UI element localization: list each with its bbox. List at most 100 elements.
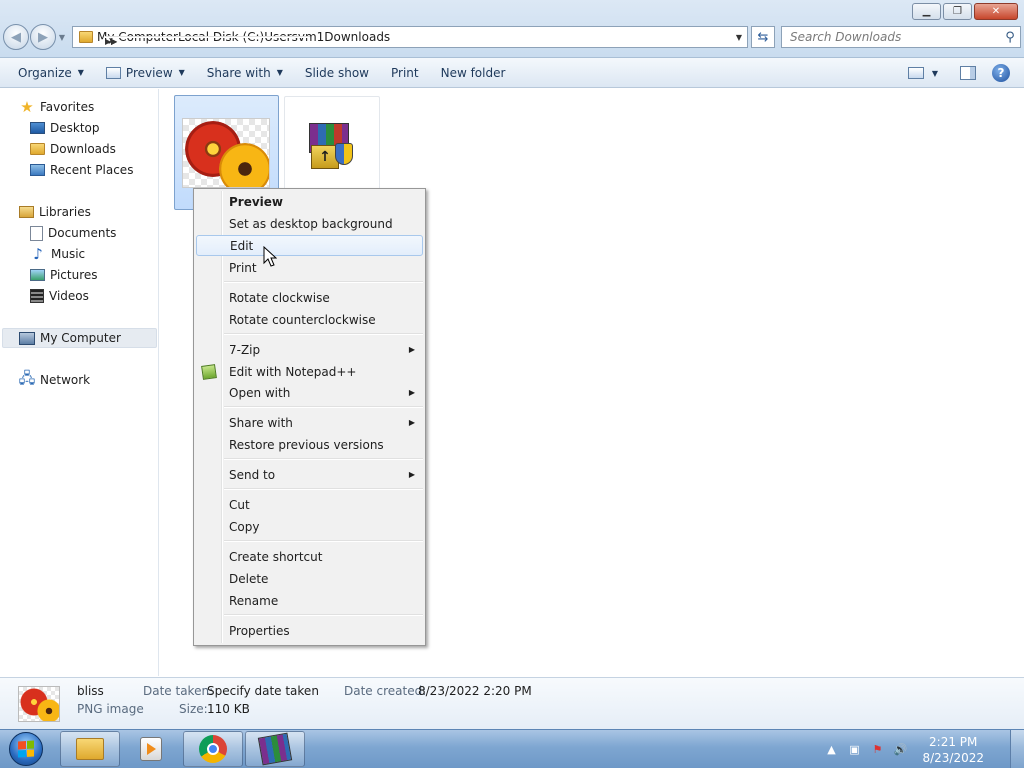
menu-item-edit[interactable]: Edit bbox=[196, 235, 423, 256]
sidebar-item-label: Recent Places bbox=[50, 163, 134, 177]
sidebar-item-videos[interactable]: Videos bbox=[30, 286, 89, 306]
start-button[interactable] bbox=[4, 731, 50, 767]
menu-item-rotate-clockwise[interactable]: Rotate clockwise bbox=[196, 287, 423, 308]
menu-item-preview[interactable]: Preview bbox=[196, 191, 423, 212]
menu-item-label: Restore previous versions bbox=[229, 437, 384, 452]
menu-item-label: Delete bbox=[229, 571, 269, 586]
sidebar-item-documents[interactable]: Documents bbox=[30, 223, 116, 243]
preview-pane-icon[interactable] bbox=[960, 66, 976, 80]
address-dropdown-icon[interactable]: ▼ bbox=[731, 33, 747, 42]
slide-show-label: Slide show bbox=[304, 65, 369, 80]
winrar-installer-icon: ↑ bbox=[309, 123, 355, 171]
chevron-down-icon: ▼ bbox=[931, 68, 938, 78]
view-options-dropdown[interactable]: ▼ bbox=[924, 60, 938, 86]
menu-item-label: Cut bbox=[229, 497, 250, 512]
sidebar-item-recent-places[interactable]: Recent Places bbox=[30, 160, 133, 180]
flag-green bbox=[26, 740, 34, 749]
clock-date: 8/23/2022 bbox=[922, 750, 984, 765]
menu-item-properties[interactable]: Properties bbox=[196, 620, 423, 641]
sidebar-item-libraries[interactable]: Libraries bbox=[19, 202, 91, 222]
menu-item-share-with[interactable]: Share with ▶ bbox=[196, 412, 423, 433]
recent-pages-dropdown[interactable]: ▼ bbox=[57, 24, 67, 50]
sidebar-item-my-computer[interactable]: My Computer bbox=[2, 328, 157, 348]
preview-label: Preview bbox=[125, 65, 173, 80]
menu-item-label: Share with bbox=[229, 415, 293, 430]
taskbar-media-player-button[interactable] bbox=[121, 731, 181, 767]
menu-item-set-desktop-background[interactable]: Set as desktop background bbox=[196, 213, 423, 234]
menu-item-open-with[interactable]: Open with ▶ bbox=[196, 382, 423, 403]
sidebar-item-pictures[interactable]: Pictures bbox=[30, 265, 98, 285]
taskbar-chrome-button[interactable] bbox=[183, 731, 243, 767]
yellow-flower-image bbox=[37, 699, 59, 721]
search-icon[interactable]: ⚲ bbox=[1000, 30, 1020, 45]
menu-item-send-to[interactable]: Send to ▶ bbox=[196, 464, 423, 485]
menu-item-restore-previous-versions[interactable]: Restore previous versions bbox=[196, 434, 423, 455]
menu-item-rename[interactable]: Rename bbox=[196, 590, 423, 611]
menu-item-rotate-counterclockwise[interactable]: Rotate counterclockwise bbox=[196, 309, 423, 330]
taskbar-explorer-button[interactable] bbox=[60, 731, 120, 767]
forward-button[interactable]: ▶ bbox=[30, 24, 56, 50]
network-tray-icon[interactable]: ▣ bbox=[847, 743, 861, 757]
command-bar: Organize ▼ Preview ▼ Share with ▼ Slide sho… bbox=[0, 58, 1024, 88]
organize-menu-button[interactable]: Organize ▼ bbox=[0, 60, 95, 86]
sidebar-item-label: Pictures bbox=[50, 268, 98, 282]
new-folder-label: New folder bbox=[440, 65, 506, 80]
volume-icon[interactable]: 🔊 bbox=[893, 743, 908, 757]
preview-button[interactable]: Preview ▼ bbox=[95, 60, 196, 86]
slide-show-button[interactable]: Slide show bbox=[294, 60, 380, 86]
menu-item-delete[interactable]: Delete bbox=[196, 568, 423, 589]
downloads-folder-icon bbox=[30, 143, 45, 155]
minimize-button[interactable]: ▁ bbox=[912, 3, 941, 20]
maximize-button[interactable]: ❐ bbox=[943, 3, 972, 20]
menu-item-edit-with-notepadpp[interactable]: Edit with Notepad++ bbox=[196, 361, 423, 382]
file-item-installer[interactable]: ↑ bbox=[284, 96, 380, 196]
back-button[interactable]: ◀ bbox=[3, 24, 29, 50]
clock-time: 2:21 PM bbox=[929, 734, 978, 749]
menu-item-copy[interactable]: Copy bbox=[196, 516, 423, 537]
menu-item-create-shortcut[interactable]: Create shortcut bbox=[196, 546, 423, 567]
close-button[interactable]: ✕ bbox=[974, 3, 1018, 20]
sidebar-item-label: Favorites bbox=[40, 100, 95, 114]
sidebar-item-network[interactable]: 🖧 Network bbox=[19, 369, 90, 390]
print-button[interactable]: Print bbox=[380, 60, 430, 86]
breadcrumb-downloads[interactable]: Downloads bbox=[324, 30, 390, 44]
new-folder-button[interactable]: New folder bbox=[430, 60, 517, 86]
sidebar-item-desktop[interactable]: Desktop bbox=[30, 118, 100, 138]
menu-item-cut[interactable]: Cut bbox=[196, 494, 423, 515]
windows-explorer-icon bbox=[76, 738, 104, 760]
preview-icon bbox=[105, 66, 121, 79]
chevron-right-icon[interactable]: ▶ bbox=[111, 36, 310, 46]
navigation-pane: ★ Favorites Desktop Downloads Recent Plac… bbox=[0, 89, 159, 676]
sidebar-item-favorites[interactable]: ★ Favorites bbox=[19, 97, 94, 117]
menu-item-label: Edit with Notepad++ bbox=[229, 364, 357, 379]
address-bar[interactable]: ▶ My Computer ▶ Local Disk (C:) ▶ Users … bbox=[72, 26, 748, 48]
menu-item-print[interactable]: Print bbox=[196, 257, 423, 278]
details-date-created-label: Date created: bbox=[344, 684, 427, 698]
videos-icon bbox=[30, 289, 44, 303]
taskbar-winrar-button[interactable] bbox=[245, 731, 305, 767]
refresh-button[interactable]: ⇆ bbox=[751, 26, 775, 48]
menu-separator bbox=[224, 406, 423, 408]
print-label: Print bbox=[390, 65, 419, 80]
flag-yellow bbox=[26, 748, 34, 757]
help-icon[interactable]: ? bbox=[992, 64, 1010, 82]
search-input[interactable] bbox=[782, 30, 1000, 44]
menu-item-7zip[interactable]: 7-Zip ▶ bbox=[196, 339, 423, 360]
details-pane: bliss PNG image Date taken: Specify date… bbox=[0, 677, 1024, 729]
breadcrumb: ▶ My Computer ▶ Local Disk (C:) ▶ Users … bbox=[97, 30, 390, 46]
details-date-taken-value[interactable]: Specify date taken bbox=[207, 684, 319, 698]
sidebar-item-music[interactable]: ♪ Music bbox=[30, 244, 85, 264]
chrome-center bbox=[207, 743, 219, 755]
action-center-flag-icon[interactable]: ⚑ bbox=[870, 743, 884, 757]
clock[interactable]: 2:21 PM 8/23/2022 bbox=[922, 734, 984, 766]
show-hidden-icons-icon[interactable]: ▲ bbox=[824, 743, 838, 757]
share-with-button[interactable]: Share with ▼ bbox=[196, 60, 294, 86]
notepadpp-icon bbox=[201, 363, 217, 380]
sidebar-item-downloads[interactable]: Downloads bbox=[30, 139, 116, 159]
chevron-down-icon: ▼ bbox=[276, 68, 283, 77]
show-desktop-button[interactable] bbox=[1010, 730, 1024, 768]
search-box[interactable]: ⚲ bbox=[781, 26, 1021, 48]
change-view-icon[interactable] bbox=[907, 67, 924, 79]
details-date-taken-label: Date taken: bbox=[143, 684, 214, 698]
menu-item-label: Create shortcut bbox=[229, 549, 323, 564]
